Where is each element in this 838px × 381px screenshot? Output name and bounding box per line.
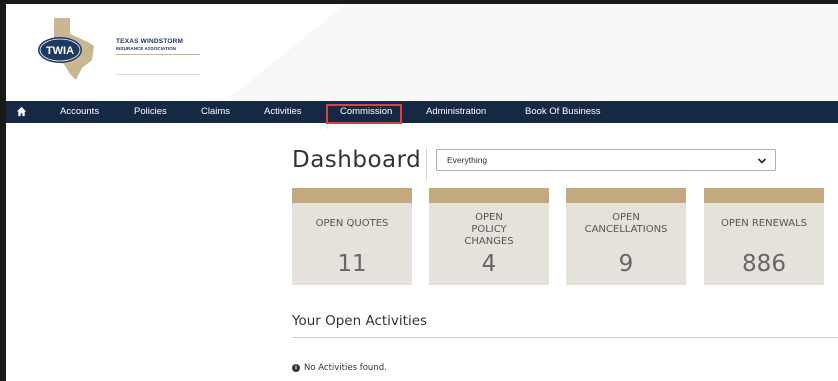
no-activities-message: i No Activities found. <box>292 363 387 373</box>
card-value: 4 <box>481 251 497 277</box>
nav-activities[interactable]: Activities <box>264 101 301 123</box>
site-header: TWIA TEXAS WINDSTORM INSURANCE ASSOCIATI… <box>6 4 838 100</box>
card-accent-bar <box>292 188 412 203</box>
card-open-policy-changes[interactable]: OPEN POLICY CHANGES 4 <box>429 188 549 285</box>
logo-divider <box>116 54 200 55</box>
no-activities-text: No Activities found. <box>304 363 387 373</box>
home-icon[interactable] <box>16 106 27 117</box>
section-title-open-activities: Your Open Activities <box>292 313 428 329</box>
card-label: OPEN RENEWALS <box>720 218 808 229</box>
nav-policies[interactable]: Policies <box>134 101 167 123</box>
card-value: 11 <box>337 251 367 277</box>
logo-divider-2 <box>116 74 200 75</box>
card-accent-bar <box>429 188 549 203</box>
app-frame: TWIA TEXAS WINDSTORM INSURANCE ASSOCIATI… <box>0 0 838 381</box>
card-accent-bar <box>566 188 686 203</box>
card-open-renewals[interactable]: OPEN RENEWALS 886 <box>704 188 824 285</box>
twia-logo[interactable]: TWIA TEXAS WINDSTORM INSURANCE ASSOCIATI… <box>32 16 202 82</box>
chevron-down-icon <box>757 158 767 164</box>
card-value: 886 <box>742 251 786 277</box>
nav-book-of-business[interactable]: Book Of Business <box>525 101 601 123</box>
main-nav: Accounts Policies Claims Activities Comm… <box>6 101 838 123</box>
card-accent-bar <box>704 188 824 203</box>
title-divider <box>426 147 427 181</box>
logo-name-line2: INSURANCE ASSOCIATION <box>116 46 176 51</box>
dashboard-filter-value: Everything <box>447 155 488 165</box>
card-label: OPEN QUOTES <box>315 218 389 229</box>
card-label: OPEN CANCELLATIONS <box>584 212 668 235</box>
main-content: Dashboard Everything OPEN QUOTES 11 OPEN… <box>0 123 838 381</box>
texas-state-icon: TWIA <box>38 18 94 80</box>
page-title: Dashboard <box>292 147 422 173</box>
card-label: OPEN POLICY CHANGES <box>464 212 514 247</box>
nav-accounts[interactable]: Accounts <box>60 101 99 123</box>
info-icon: i <box>292 363 300 372</box>
section-divider <box>292 337 838 338</box>
card-open-cancellations[interactable]: OPEN CANCELLATIONS 9 <box>566 188 686 285</box>
logo-name-line1: TEXAS WINDSTORM <box>116 38 184 45</box>
card-open-quotes[interactable]: OPEN QUOTES 11 <box>292 188 412 285</box>
dashboard-filter-select[interactable]: Everything <box>436 149 776 171</box>
commission-highlight <box>326 104 402 124</box>
card-value: 9 <box>618 251 634 277</box>
logo-badge-text: TWIA <box>46 45 74 57</box>
nav-administration[interactable]: Administration <box>426 101 486 123</box>
nav-claims[interactable]: Claims <box>201 101 230 123</box>
